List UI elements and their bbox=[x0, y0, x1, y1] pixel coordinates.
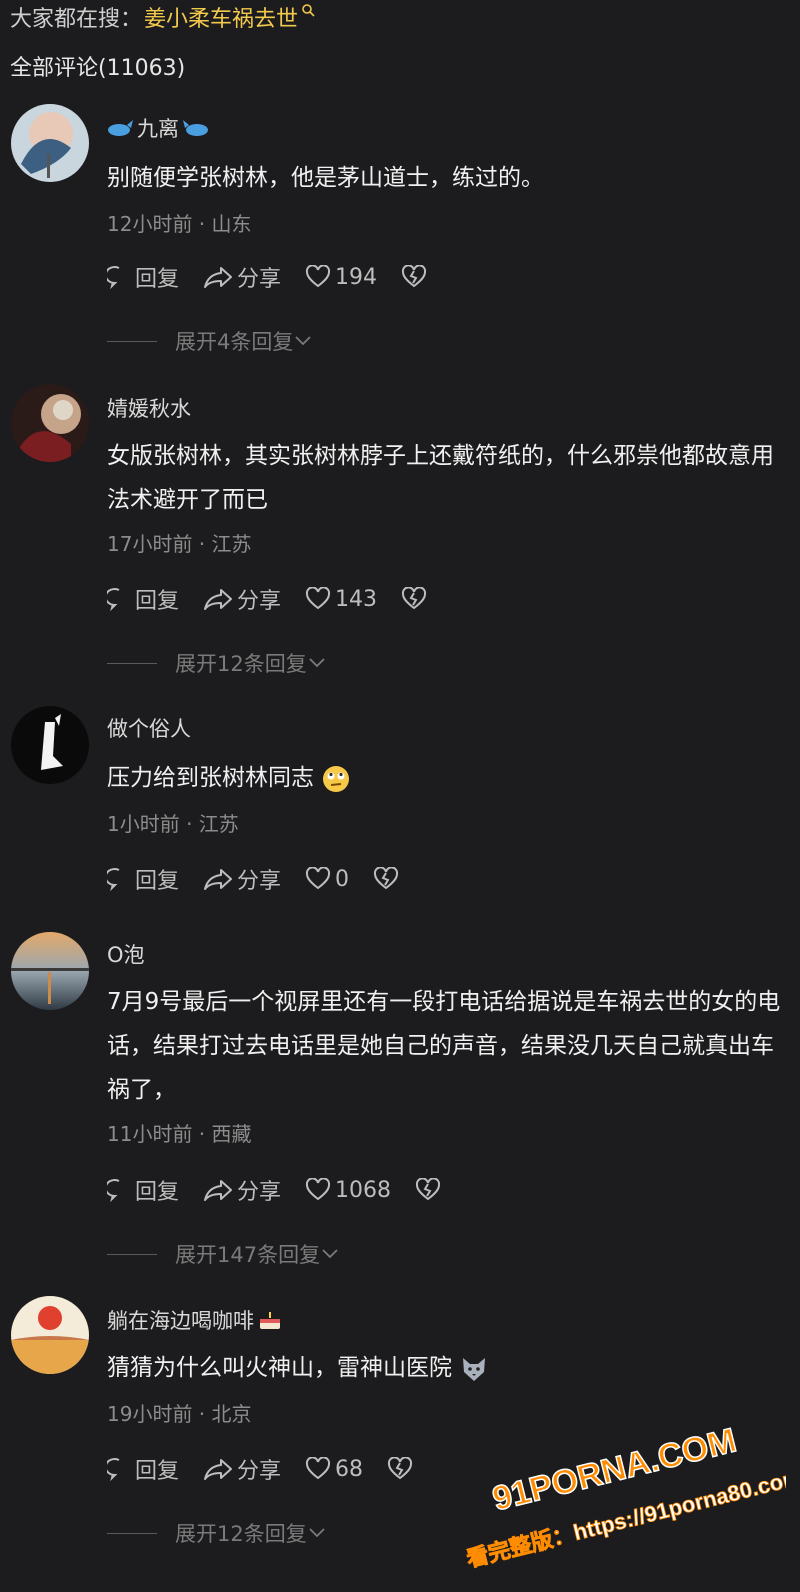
divider bbox=[107, 340, 157, 342]
chevron-down-icon bbox=[309, 1528, 325, 1538]
share-icon bbox=[204, 1459, 233, 1480]
like-count: 0 bbox=[335, 866, 350, 892]
like-count: 68 bbox=[335, 1456, 364, 1482]
comment-time-location: 19小时前 · 北京 bbox=[107, 1402, 252, 1426]
broken-heart-icon bbox=[388, 1457, 413, 1480]
chevron-down-icon bbox=[322, 1249, 338, 1259]
username-text: 婧媛秋水 bbox=[107, 397, 191, 421]
username-text: 九离 bbox=[137, 117, 179, 141]
reply-icon bbox=[107, 1179, 120, 1202]
share-icon bbox=[204, 589, 233, 610]
reply-button[interactable]: 回复 bbox=[107, 583, 179, 615]
heart-icon bbox=[306, 265, 331, 288]
like-button[interactable]: 194 bbox=[305, 265, 377, 290]
like-count: 143 bbox=[335, 586, 378, 612]
reply-icon bbox=[107, 588, 120, 611]
like-count: 1068 bbox=[335, 1177, 392, 1203]
divider bbox=[107, 1253, 157, 1255]
comment-text: 压力给到张树林同志 bbox=[107, 756, 787, 800]
heart-icon bbox=[306, 587, 331, 610]
avatar[interactable] bbox=[11, 104, 89, 182]
comment-time-location: 17小时前 · 江苏 bbox=[107, 532, 252, 556]
username[interactable]: 九离 bbox=[107, 114, 209, 142]
comment-text: 女版张树林，其实张树林脖子上还戴符纸的，什么邪祟他都故意用法术避开了而已 bbox=[107, 443, 774, 513]
broken-heart-icon bbox=[416, 1178, 441, 1201]
comment-actions: 回复 分享 0 bbox=[107, 864, 427, 894]
avatar[interactable] bbox=[11, 932, 89, 1010]
expand-replies[interactable]: 展开4条回复 bbox=[107, 326, 313, 356]
username[interactable]: 做个俗人 bbox=[107, 714, 191, 742]
comments-count-header: 全部评论(11063) bbox=[10, 56, 186, 81]
whale-emoji-icon bbox=[108, 120, 133, 136]
username-text: O泡 bbox=[107, 943, 145, 967]
search-term-link[interactable]: 姜小柔车祸去世 bbox=[144, 1, 298, 33]
username-text: 做个俗人 bbox=[107, 717, 191, 741]
share-button[interactable]: 分享 bbox=[203, 583, 281, 615]
reply-icon bbox=[107, 868, 120, 891]
watermark: 91PORNA.COM 看完整版：https://91porna80.com bbox=[464, 1420, 786, 1572]
comment-actions: 回复 分享 143 bbox=[107, 584, 455, 614]
expand-replies[interactable]: 展开147条回复 bbox=[107, 1239, 340, 1269]
reply-button[interactable]: 回复 bbox=[107, 1174, 179, 1206]
like-button[interactable]: 143 bbox=[305, 587, 377, 612]
search-suggestion[interactable]: 大家都在搜： 姜小柔车祸去世 bbox=[10, 0, 315, 34]
avatar[interactable] bbox=[11, 384, 89, 462]
dislike-button[interactable] bbox=[373, 867, 403, 891]
dislike-button[interactable] bbox=[401, 587, 431, 611]
reply-icon bbox=[107, 1458, 120, 1481]
expand-replies[interactable]: 展开12条回复 bbox=[107, 648, 327, 678]
share-button[interactable]: 分享 bbox=[203, 1174, 281, 1206]
heart-icon bbox=[306, 1178, 331, 1201]
reply-icon bbox=[107, 266, 120, 289]
divider bbox=[107, 662, 157, 664]
search-prefix: 大家都在搜： bbox=[10, 7, 143, 32]
dislike-button[interactable] bbox=[415, 1178, 445, 1202]
cake-emoji-icon bbox=[260, 1312, 280, 1329]
reply-button[interactable]: 回复 bbox=[107, 261, 179, 293]
like-button[interactable]: 68 bbox=[305, 1457, 363, 1482]
expand-replies[interactable]: 展开12条回复 bbox=[107, 1518, 327, 1548]
like-count: 194 bbox=[335, 264, 378, 290]
broken-heart-icon bbox=[402, 587, 427, 610]
username[interactable]: O泡 bbox=[107, 940, 145, 968]
wolf-emoji-icon bbox=[463, 1357, 486, 1381]
comment-actions: 回复 分享 1068 bbox=[107, 1175, 469, 1205]
divider bbox=[107, 1532, 157, 1534]
reply-button[interactable]: 回复 bbox=[107, 1453, 179, 1485]
username[interactable]: 婧媛秋水 bbox=[107, 394, 191, 422]
share-button[interactable]: 分享 bbox=[203, 261, 281, 293]
like-button[interactable]: 1068 bbox=[305, 1178, 391, 1203]
share-button[interactable]: 分享 bbox=[203, 1453, 281, 1485]
broken-heart-icon bbox=[402, 265, 427, 288]
avatar[interactable] bbox=[11, 1296, 89, 1374]
share-icon bbox=[204, 869, 233, 890]
like-button[interactable]: 0 bbox=[305, 867, 349, 892]
comment-text: 7月9号最后一个视屏里还有一段打电话给据说是车祸去世的女的电话，结果打过去电话里… bbox=[107, 989, 781, 1103]
whale-emoji-icon bbox=[183, 120, 208, 136]
broken-heart-icon bbox=[374, 867, 399, 890]
comment-actions: 回复 分享 194 bbox=[107, 262, 455, 292]
username[interactable]: 躺在海边喝咖啡 bbox=[107, 1306, 282, 1334]
eye-roll-emoji-icon bbox=[323, 765, 350, 792]
comment-actions: 回复 分享 68 bbox=[107, 1454, 441, 1484]
chevron-down-icon bbox=[309, 658, 325, 668]
comment-text: 别随便学张树林，他是茅山道士，练过的。 bbox=[107, 165, 544, 191]
reply-button[interactable]: 回复 bbox=[107, 863, 179, 895]
dislike-button[interactable] bbox=[401, 265, 431, 289]
chevron-down-icon bbox=[295, 336, 312, 346]
share-icon bbox=[204, 267, 233, 288]
dislike-button[interactable] bbox=[387, 1457, 417, 1481]
comment-time-location: 11小时前 · 西藏 bbox=[107, 1122, 252, 1146]
share-icon bbox=[204, 1180, 233, 1201]
share-button[interactable]: 分享 bbox=[203, 863, 281, 895]
heart-icon bbox=[306, 867, 331, 890]
username-text: 躺在海边喝咖啡 bbox=[107, 1309, 254, 1333]
comment-text: 猜猜为什么叫火神山，雷神山医院 bbox=[107, 1346, 787, 1390]
comment-time-location: 12小时前 · 山东 bbox=[107, 212, 252, 236]
comment-time-location: 1小时前 · 江苏 bbox=[107, 812, 239, 836]
avatar[interactable] bbox=[11, 706, 89, 784]
search-icon bbox=[302, 4, 315, 17]
heart-icon bbox=[306, 1457, 331, 1480]
